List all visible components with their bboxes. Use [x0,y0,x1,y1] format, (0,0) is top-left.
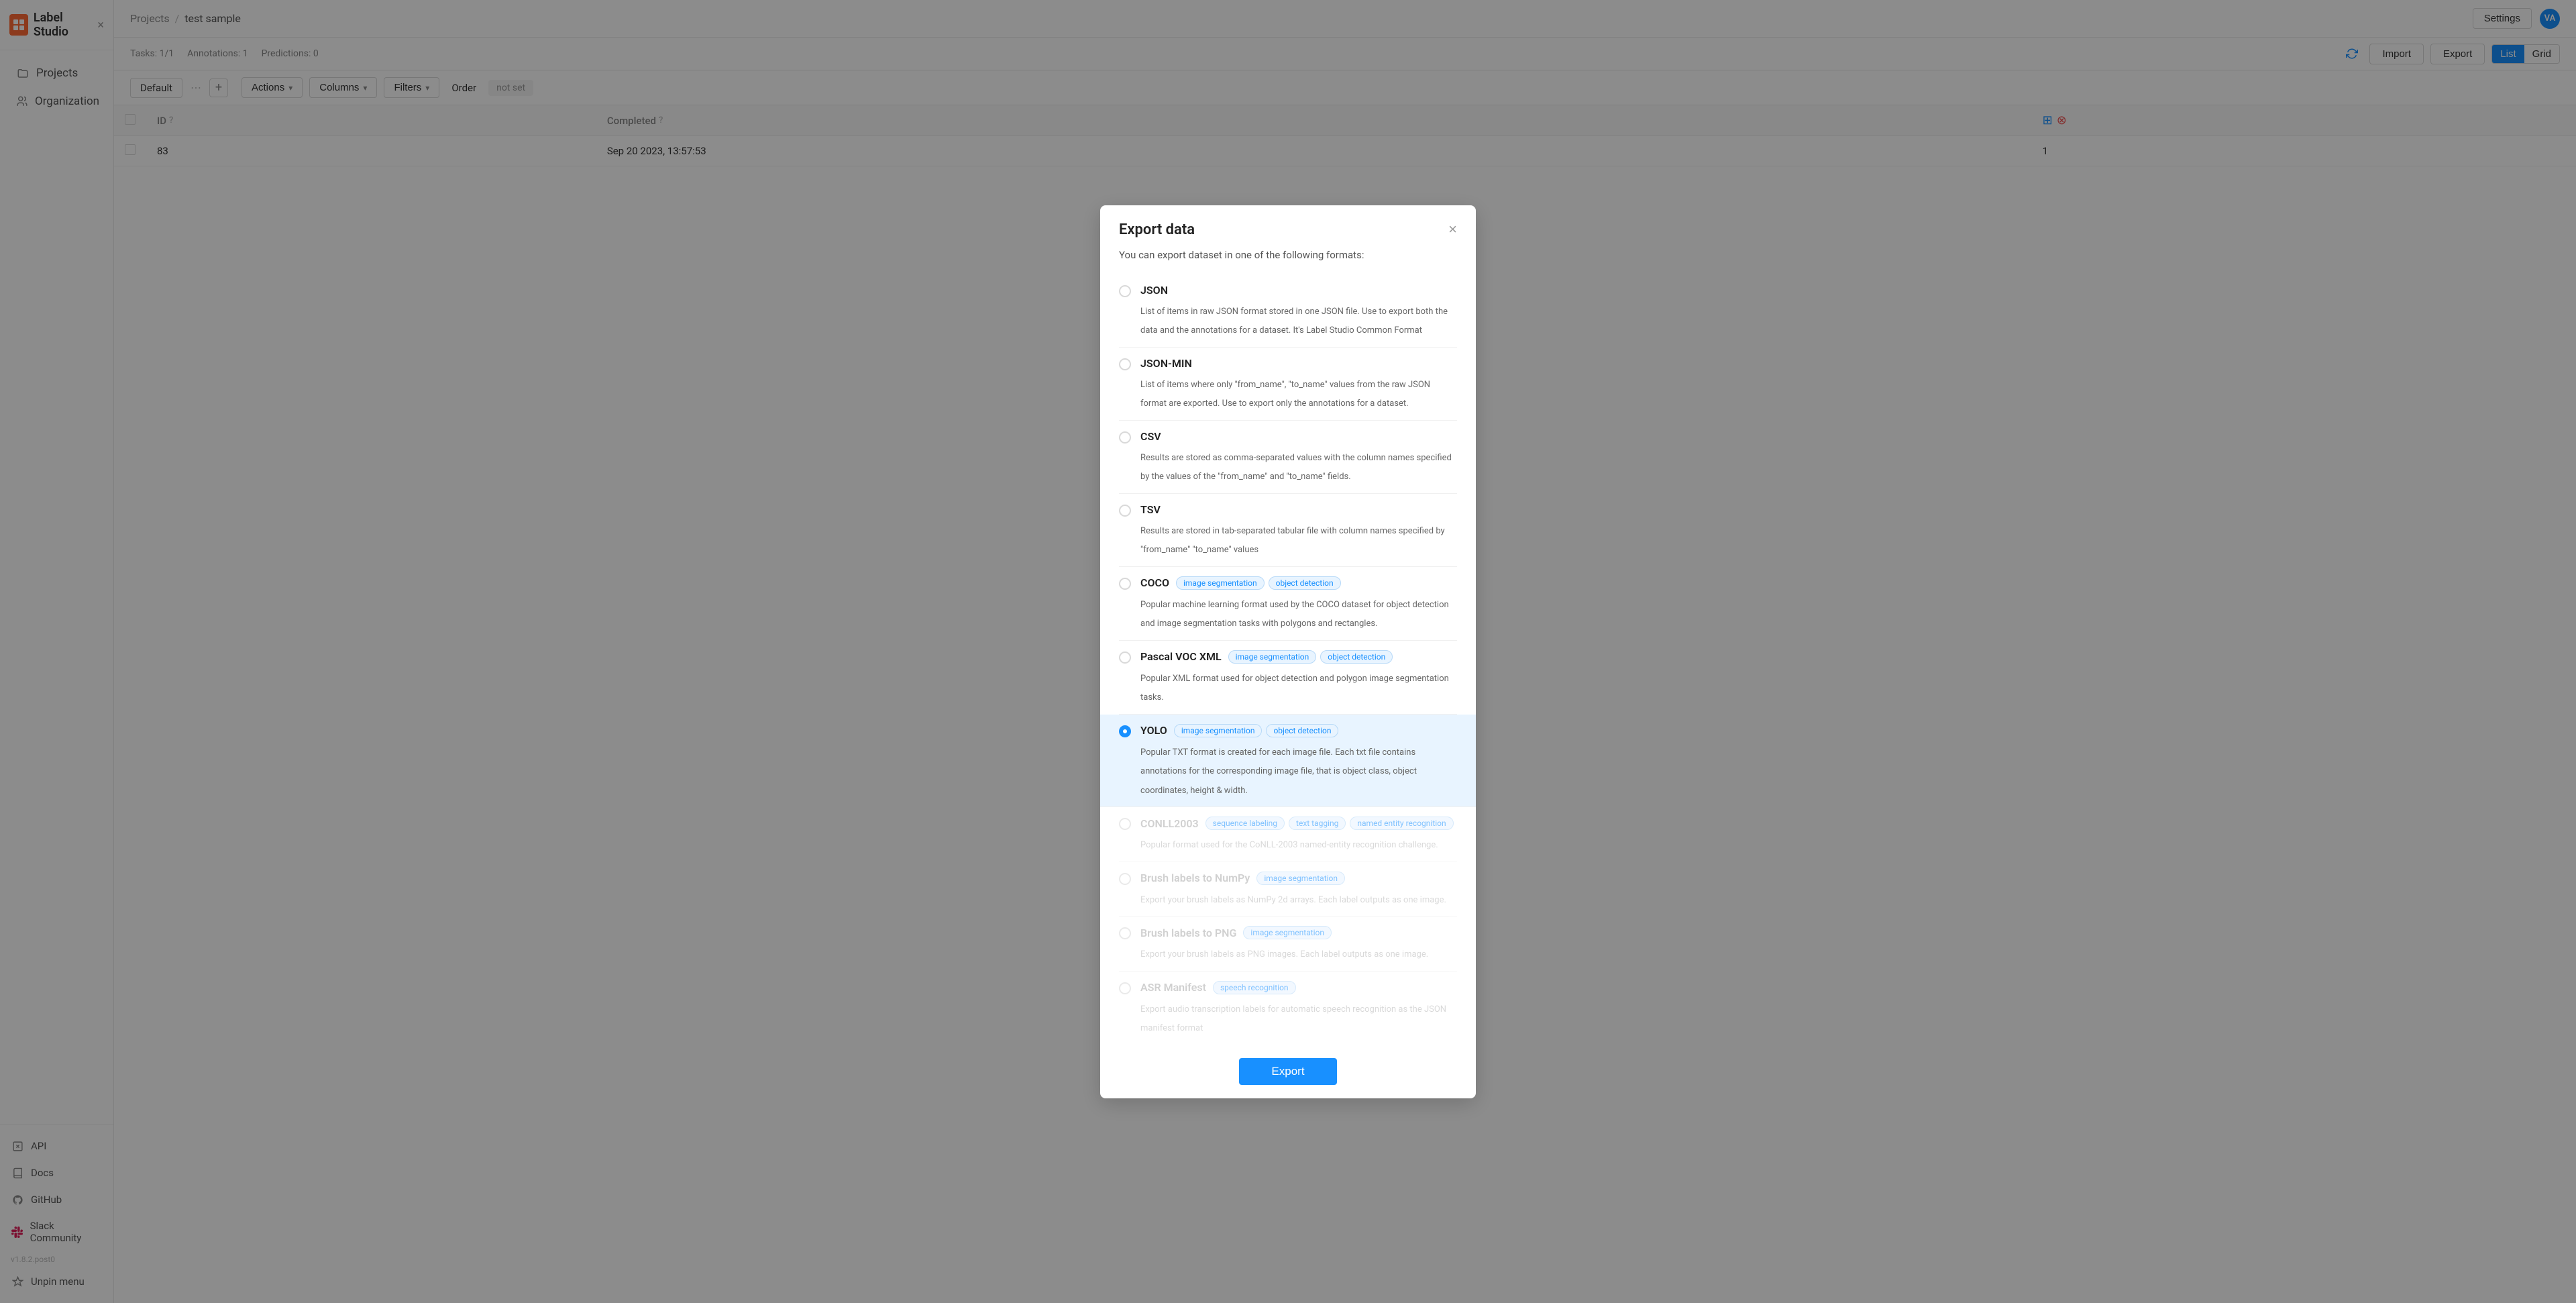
format-name-brush-png: Brush labels to PNG [1140,927,1236,939]
yolo-tags: image segmentation object detection [1174,724,1339,737]
format-item-asr[interactable]: ASR Manifest speech recognition Export a… [1119,972,1457,1045]
coco-tags: image segmentation object detection [1176,576,1341,590]
format-name-csv: CSV [1140,430,1161,443]
radio-csv[interactable] [1119,431,1131,444]
format-name-yolo: YOLO [1140,724,1167,737]
export-modal: Export data × You can export dataset in … [1100,205,1476,1098]
format-item-yolo[interactable]: YOLO image segmentation object detection… [1100,715,1476,808]
modal-title: Export data [1119,221,1195,238]
format-content-json: JSON List of items in raw JSON format st… [1140,284,1457,337]
format-desc-yolo: Popular TXT format is created for each i… [1140,747,1417,796]
conll-tag-seq: sequence labeling [1205,817,1285,830]
format-desc-coco: Popular machine learning format used by … [1140,600,1449,629]
format-desc-conll2003: Popular format used for the CoNLL-2003 n… [1140,840,1438,850]
format-desc-csv: Results are stored as comma-separated va… [1140,453,1452,482]
format-content-csv: CSV Results are stored as comma-separate… [1140,430,1457,484]
radio-json[interactable] [1119,285,1131,297]
format-item-json-min[interactable]: JSON-MIN List of items where only "from_… [1119,348,1457,421]
conll-tags: sequence labeling text tagging named ent… [1205,817,1454,830]
conll-tag-ner: named entity recognition [1350,817,1453,830]
format-name-pascal-voc: Pascal VOC XML [1140,650,1222,663]
format-desc-tsv: Results are stored in tab-separated tabu… [1140,526,1445,556]
radio-pascal-voc[interactable] [1119,652,1131,664]
radio-asr[interactable] [1119,982,1131,994]
conll-tag-text: text tagging [1289,817,1346,830]
brush-numpy-tags: image segmentation [1256,872,1345,885]
format-desc-json-min: List of items where only "from_name", "t… [1140,380,1430,409]
format-name-tsv: TSV [1140,503,1161,516]
yolo-tag-segmentation: image segmentation [1174,724,1263,737]
yolo-tag-detection: object detection [1266,724,1338,737]
format-content-brush-numpy: Brush labels to NumPy image segmentation… [1140,872,1457,907]
format-desc-json: List of items in raw JSON format stored … [1140,307,1448,336]
format-item-csv[interactable]: CSV Results are stored as comma-separate… [1119,421,1457,494]
format-name-coco: COCO [1140,576,1169,589]
format-item-json[interactable]: JSON List of items in raw JSON format st… [1119,274,1457,348]
radio-conll2003[interactable] [1119,818,1131,830]
format-content-tsv: TSV Results are stored in tab-separated … [1140,503,1457,557]
format-content-pascal-voc: Pascal VOC XML image segmentation object… [1140,650,1457,705]
format-name-json: JSON [1140,284,1168,297]
format-item-tsv[interactable]: TSV Results are stored in tab-separated … [1119,494,1457,567]
brush-png-tags: image segmentation [1243,926,1332,939]
format-name-brush-numpy: Brush labels to NumPy [1140,872,1250,884]
brush-png-tag-seg: image segmentation [1243,926,1332,939]
pascal-tags: image segmentation object detection [1228,650,1393,664]
pascal-tag-segmentation: image segmentation [1228,650,1317,664]
coco-tag-segmentation: image segmentation [1176,576,1265,590]
format-item-brush-png[interactable]: Brush labels to PNG image segmentation E… [1119,917,1457,972]
radio-yolo[interactable] [1119,725,1131,737]
modal-close-button[interactable]: × [1448,222,1457,237]
modal-body: You can export dataset in one of the fol… [1100,249,1476,1045]
format-content-json-min: JSON-MIN List of items where only "from_… [1140,357,1457,411]
asr-tag-speech: speech recognition [1213,981,1296,994]
format-content-asr: ASR Manifest speech recognition Export a… [1140,981,1457,1035]
format-content-coco: COCO image segmentation object detection… [1140,576,1457,631]
format-name-conll2003: CONLL2003 [1140,817,1199,830]
format-desc-brush-png: Export your brush labels as PNG images. … [1140,949,1428,959]
format-desc-brush-numpy: Export your brush labels as NumPy 2d arr… [1140,895,1446,905]
export-confirm-button[interactable]: Export [1239,1058,1336,1085]
brush-numpy-tag-seg: image segmentation [1256,872,1345,885]
radio-brush-numpy[interactable] [1119,873,1131,885]
format-content-brush-png: Brush labels to PNG image segmentation E… [1140,926,1457,961]
modal-footer: Export [1100,1045,1476,1098]
pascal-tag-detection: object detection [1320,650,1393,664]
radio-json-min[interactable] [1119,358,1131,370]
format-item-brush-numpy[interactable]: Brush labels to NumPy image segmentation… [1119,862,1457,917]
radio-tsv[interactable] [1119,505,1131,517]
modal-header: Export data × [1100,205,1476,249]
format-name-json-min: JSON-MIN [1140,357,1192,370]
format-desc-pascal-voc: Popular XML format used for object detec… [1140,674,1449,703]
radio-coco[interactable] [1119,578,1131,590]
format-content-conll2003: CONLL2003 sequence labeling text tagging… [1140,817,1457,852]
format-name-asr: ASR Manifest [1140,981,1206,994]
format-item-pascal-voc[interactable]: Pascal VOC XML image segmentation object… [1119,641,1457,715]
radio-brush-png[interactable] [1119,927,1131,939]
format-content-yolo: YOLO image segmentation object detection… [1140,724,1457,798]
format-item-conll2003[interactable]: CONLL2003 sequence labeling text tagging… [1119,807,1457,862]
asr-tags: speech recognition [1213,981,1296,994]
coco-tag-detection: object detection [1269,576,1341,590]
modal-overlay[interactable]: Export data × You can export dataset in … [0,0,2576,1303]
modal-subtitle: You can export dataset in one of the fol… [1119,249,1457,261]
format-item-coco[interactable]: COCO image segmentation object detection… [1119,567,1457,641]
format-desc-asr: Export audio transcription labels for au… [1140,1004,1446,1034]
